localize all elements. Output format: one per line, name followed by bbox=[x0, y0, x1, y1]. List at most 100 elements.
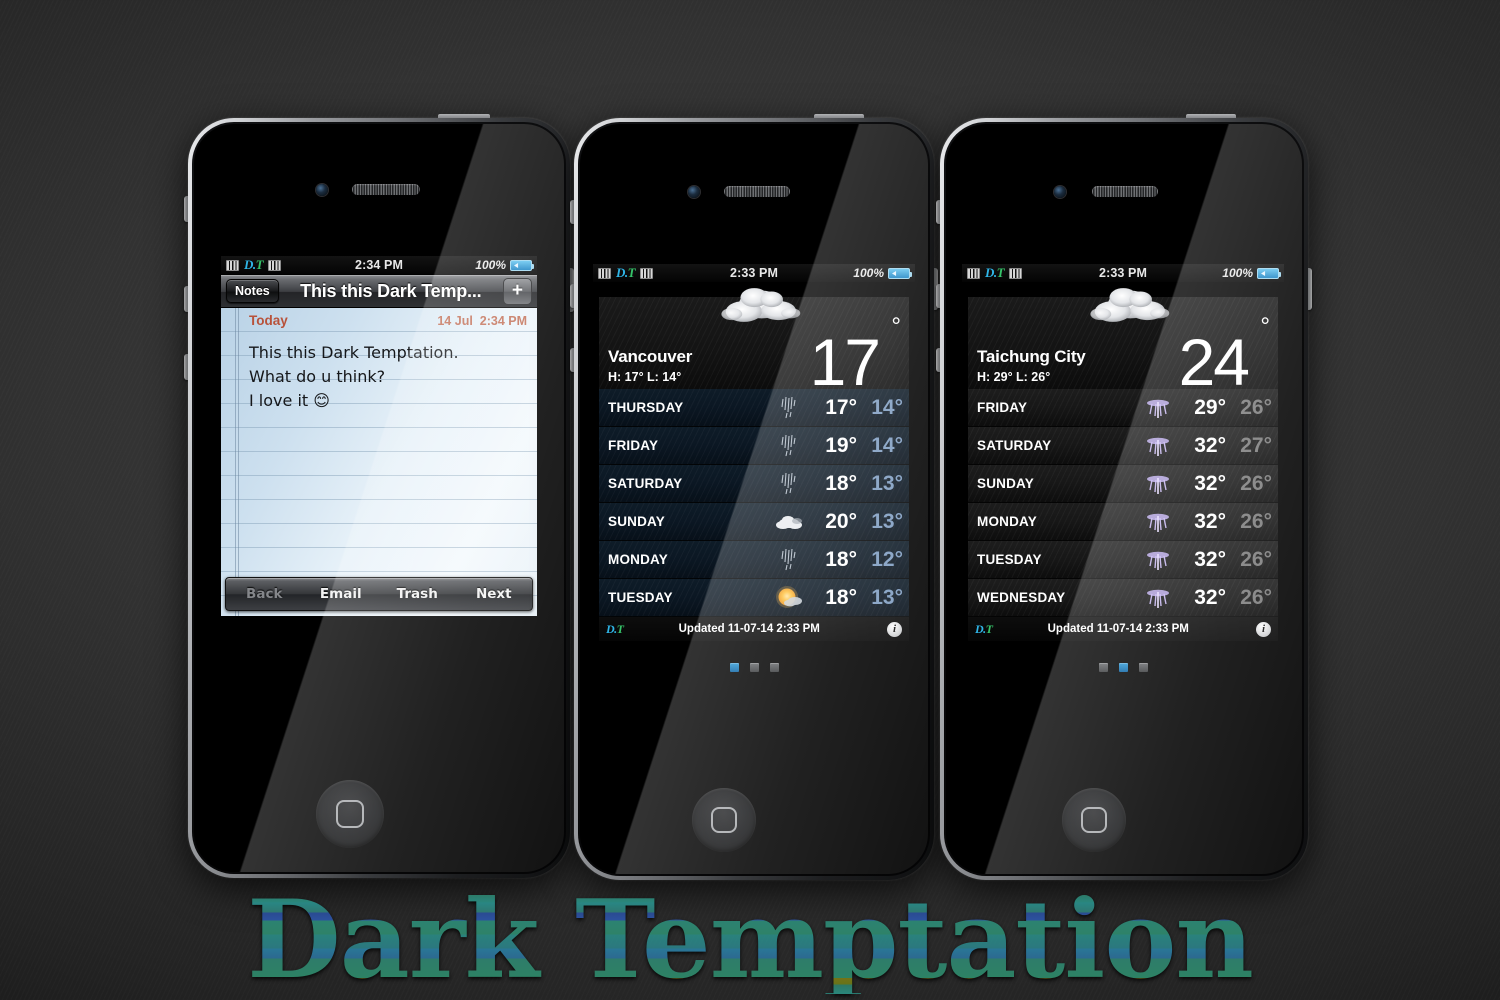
forecast-day: TUESDAY bbox=[977, 552, 1042, 567]
forecast-row[interactable]: MONDAY 32° 26° bbox=[968, 503, 1278, 541]
note-line: I love it 😊 bbox=[249, 391, 330, 410]
screen-weather-taichung[interactable]: D.T 2:33 PM 100% Taichung City H: 29° L:… bbox=[962, 264, 1284, 746]
note-date: 14 Jul bbox=[437, 314, 473, 328]
forecast-row[interactable]: SATURDAY 32° 27° bbox=[968, 427, 1278, 465]
page-dot-1[interactable] bbox=[729, 663, 739, 672]
forecast-high: 32° bbox=[1194, 471, 1226, 495]
forecast-day: WEDNESDAY bbox=[977, 590, 1066, 605]
forecast-day: FRIDAY bbox=[977, 400, 1028, 415]
note-line: What do u think? bbox=[249, 367, 386, 386]
phone-glass: D.T 2:34 PM 100% Notes This this Dark Te… bbox=[194, 124, 564, 872]
forecast-high: 32° bbox=[1194, 509, 1226, 533]
forecast-row[interactable]: FRIDAY 19° 14° bbox=[599, 427, 909, 465]
phone-glass: D.T 2:33 PM 100% bbox=[580, 124, 928, 874]
forecast-row[interactable]: SUNDAY 32° 26° bbox=[968, 465, 1278, 503]
note-paper[interactable]: Today 14 Jul 2:34 PM This this Dark Temp… bbox=[221, 308, 537, 616]
forecast-low: 13° bbox=[871, 585, 903, 609]
thunderstorm-icon bbox=[1138, 396, 1178, 420]
forecast-low: 13° bbox=[871, 509, 903, 533]
current-city: Taichung City bbox=[977, 347, 1086, 366]
page-dot-2[interactable] bbox=[749, 663, 759, 672]
battery-charging-icon bbox=[888, 267, 912, 279]
earpiece-speaker bbox=[1092, 186, 1158, 197]
note-time: 2:34 PM bbox=[479, 314, 527, 328]
phone-device-notes: D.T 2:34 PM 100% Notes This this Dark Te… bbox=[184, 114, 574, 878]
page-dot-3[interactable] bbox=[1138, 663, 1148, 672]
forecast-row[interactable]: SUNDAY 20° 13° bbox=[599, 503, 909, 541]
current-high-low: H: 17° L: 14° bbox=[608, 370, 682, 384]
current-conditions-card[interactable]: Taichung City H: 29° L: 26° 24 ° bbox=[968, 288, 1278, 395]
add-note-button[interactable]: + bbox=[502, 277, 532, 305]
home-square-icon bbox=[711, 807, 737, 833]
next-button[interactable]: Next bbox=[456, 586, 533, 602]
earpiece-speaker bbox=[352, 184, 420, 195]
weather-app[interactable]: Vancouver H: 17° L: 14° 17 ° THURSDAY 17… bbox=[593, 283, 915, 746]
screen-notes[interactable]: D.T 2:34 PM 100% Notes This this Dark Te… bbox=[221, 256, 537, 616]
updated-time: 2:33 PM bbox=[1145, 623, 1189, 635]
battery-percent: 100% bbox=[1222, 266, 1253, 280]
page-dot-1[interactable] bbox=[1098, 663, 1108, 672]
forecast-row[interactable]: THURSDAY 17° 14° bbox=[599, 389, 909, 427]
forecast-row[interactable]: TUESDAY 18° 13° bbox=[599, 579, 909, 617]
note-body[interactable]: This this Dark Temptation. What do u thi… bbox=[249, 341, 527, 413]
forecast-day: TUESDAY bbox=[608, 590, 673, 605]
forecast-row[interactable]: MONDAY 18° 12° bbox=[599, 541, 909, 579]
updated-label: Updated bbox=[678, 623, 725, 635]
forecast-row[interactable]: TUESDAY 32° 26° bbox=[968, 541, 1278, 579]
forecast-high: 17° bbox=[825, 395, 857, 419]
forecast-low: 12° bbox=[871, 547, 903, 571]
home-square-icon bbox=[1081, 807, 1107, 833]
home-button[interactable] bbox=[316, 780, 384, 848]
current-conditions-card[interactable]: Vancouver H: 17° L: 14° 17 ° bbox=[599, 288, 909, 395]
degree-symbol: ° bbox=[1260, 313, 1270, 340]
back-button[interactable]: Back bbox=[226, 586, 303, 602]
thunderstorm-icon bbox=[1138, 548, 1178, 572]
wallpaper-title: Dark Temptation bbox=[0, 886, 1500, 994]
front-camera-icon bbox=[688, 186, 700, 198]
forecast-row[interactable]: SATURDAY 18° 13° bbox=[599, 465, 909, 503]
forecast-low: 26° bbox=[1240, 585, 1272, 609]
note-header: Today 14 Jul 2:34 PM bbox=[249, 313, 527, 328]
updated-bar: D.T Updated 11-07-14 2:33 PM i bbox=[599, 617, 909, 641]
page-title: This this Dark Temp... bbox=[300, 280, 482, 301]
thunderstorm-icon bbox=[1138, 472, 1178, 496]
cloud-icon bbox=[1089, 288, 1169, 322]
page-dot-3[interactable] bbox=[769, 663, 779, 672]
thunderstorm-icon bbox=[1138, 510, 1178, 534]
info-icon[interactable]: i bbox=[1256, 621, 1271, 637]
forecast-low: 26° bbox=[1240, 509, 1272, 533]
notes-back-button[interactable]: Notes bbox=[226, 279, 279, 303]
thunderstorm-icon bbox=[1138, 586, 1178, 610]
rain-icon bbox=[769, 434, 809, 458]
email-button[interactable]: Email bbox=[303, 586, 380, 602]
wallpaper-stage: D.T 2:34 PM 100% Notes This this Dark Te… bbox=[0, 0, 1500, 1000]
updated-time: 2:33 PM bbox=[776, 623, 820, 635]
forecast-row[interactable]: FRIDAY 29° 26° bbox=[968, 389, 1278, 427]
forecast-list: FRIDAY 29° 26° SATURDAY 32° 27° SUNDAY 3… bbox=[968, 389, 1278, 617]
rain-icon bbox=[769, 396, 809, 420]
cloud-icon bbox=[720, 288, 800, 322]
rain-icon bbox=[769, 548, 809, 572]
sun-cloud-icon bbox=[769, 585, 809, 610]
current-city: Vancouver bbox=[608, 347, 693, 366]
forecast-low: 14° bbox=[871, 395, 903, 419]
forecast-high: 32° bbox=[1194, 585, 1226, 609]
info-icon[interactable]: i bbox=[887, 621, 902, 637]
current-temperature: 17 bbox=[809, 325, 881, 399]
phone-device-weather-taichung: D.T 2:33 PM 100% Taichung City H: 29° L:… bbox=[936, 114, 1312, 880]
trash-button[interactable]: Trash bbox=[379, 586, 456, 602]
forecast-row[interactable]: WEDNESDAY 32° 26° bbox=[968, 579, 1278, 617]
forecast-day: SATURDAY bbox=[608, 476, 683, 491]
updated-date: 11-07-14 bbox=[727, 623, 774, 635]
current-high-low: H: 29° L: 26° bbox=[977, 370, 1051, 384]
home-button[interactable] bbox=[692, 788, 756, 852]
forecast-high: 20° bbox=[825, 509, 857, 533]
updated-bar: D.T Updated 11-07-14 2:33 PM i bbox=[968, 617, 1278, 641]
forecast-day: FRIDAY bbox=[608, 438, 659, 453]
screen-weather-vancouver[interactable]: D.T 2:33 PM 100% Vancouver H: 17° L: 14°… bbox=[593, 264, 915, 746]
forecast-high: 32° bbox=[1194, 547, 1226, 571]
home-button[interactable] bbox=[1062, 788, 1126, 852]
weather-app[interactable]: Taichung City H: 29° L: 26° 24 ° FRIDAY bbox=[962, 283, 1284, 746]
forecast-low: 26° bbox=[1240, 547, 1272, 571]
page-dot-2[interactable] bbox=[1118, 663, 1128, 672]
